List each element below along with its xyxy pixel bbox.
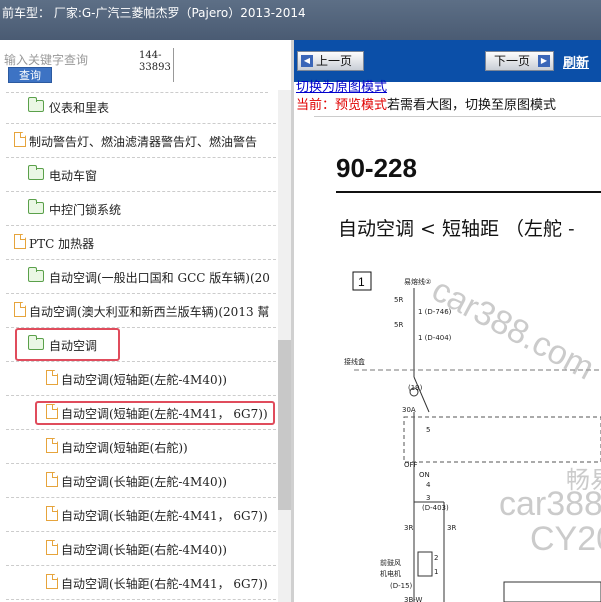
tree-item-label: 自动空调(长轴距(左舵-4M40)) [61,475,227,489]
tree-item[interactable]: 自动空调(澳大利亚和新西兰版车辆)(2013 幫 [6,294,276,328]
title-bar: 前车型： 厂家:G-广汽三菱帕杰罗（Pajero）2013-2014 [0,0,601,40]
document-icon [14,302,26,317]
wire-label: 接线盒 [344,357,365,366]
document-icon [46,370,58,385]
search-divider [173,48,174,82]
document-icon [46,574,58,589]
tree-item[interactable]: 自动空调(长轴距(右舵-4M40)) [6,532,276,566]
tree-item-label: 自动空调(长轴距(右舵-4M41， 6G7)) [61,577,268,591]
tree-item-label: 仪表和里表 [49,101,110,115]
tree-item[interactable]: 电动车窗 [6,158,276,192]
current-mode-hint: 若需看大图，切换至原图模式 [387,98,557,113]
wire-label: 3B-W [404,596,422,602]
wire-label: 3R [404,524,413,532]
prev-page-button[interactable]: ◀ 上一页 [297,51,364,71]
code-text-line2: 33893 [139,62,171,73]
sidebar-scrollbar[interactable] [278,90,291,602]
page-number: 90-228 [336,153,417,183]
tree-item-label: PTC 加热器 [29,237,95,251]
tree-item-label: 中控门锁系统 [49,203,122,217]
tree-item[interactable]: 中控门锁系统 [6,192,276,226]
sidebar: 查询 144- 33893 仪表和里表制动警告灯、燃油滤清器警告灯、燃油警告电动… [0,40,291,602]
switch-contact [413,376,430,413]
wire-label: 2 [434,554,438,562]
folder-icon [27,165,44,180]
tree-item[interactable]: 自动空调(长轴距(左舵-4M40)) [6,464,276,498]
diagram-title: 自动空调 < 短轴距 （左舵 - [338,218,575,240]
document-icon [46,540,58,555]
wire-label: 5R [394,321,403,329]
connector-label: (D-403) [422,504,449,512]
wire-label: 机电机 [380,569,401,578]
tree-item[interactable]: PTC 加热器 [6,226,276,260]
tree-item[interactable]: 自动空调(一般出口国和 GCC 版车辆)(20 [6,260,276,294]
code-text-line1: 144- [139,50,162,61]
tree-item-label: 自动空调(长轴距(左舵-4M41， 6G7)) [61,509,268,523]
fuse-label: 易熔线② [404,277,431,286]
wire-label: 30A [402,406,416,414]
page-title: 前车型： 厂家:G-广汽三菱帕杰罗（Pajero）2013-2014 [2,6,306,20]
page-rule [336,191,601,193]
wire-label: 前鼓风 [380,558,401,567]
document-icon [14,132,26,147]
tree-item[interactable]: 自动空调(长轴距(左舵-4M41， 6G7)) [6,498,276,532]
folder-icon [27,267,44,282]
switch-mode-link[interactable]: 切换为原图模式 [296,76,387,95]
tree-item[interactable]: 自动空调(短轴距(左舵-4M40)) [6,362,276,396]
wire-label: ON [419,471,430,479]
wire-label: 5R [394,296,403,304]
connector-label: (D-15) [390,582,413,590]
tree-item-label: 自动空调(长轴距(右舵-4M40)) [61,543,227,557]
tree-item[interactable]: 制动警告灯、燃油滤清器警告灯、燃油警告 [6,124,276,158]
tree-item-label: 自动空调(澳大利亚和新西兰版车辆)(2013 幫 [29,305,270,319]
document-icon [46,472,58,487]
tree-item[interactable]: 仪表和里表 [6,90,276,124]
document-icon [14,234,26,249]
relay-box [403,416,601,463]
document-top-border [314,116,601,117]
tree-item-label: 制动警告灯、燃油滤清器警告灯、燃油警告 [29,135,258,149]
wire-labels: 5R 5R 接线盒 30A 5 OFFON 4 3 3R 3R 前鼓风机电机 2 1 3B-W 易熔线② [344,277,456,602]
connector-labels: 1 (D-746)1 (D-404)(19)(D-403)(D-15) [390,308,452,590]
document-viewer: ◀ 上一页 下一页 ▶ 刷新 切换为原图模式 当前：预览模式若需看大图，切换至原… [294,40,601,602]
watermark-4: CY20 [530,520,601,558]
selection-highlight [35,401,275,425]
connector-label: 1 (D-404) [418,334,452,342]
tree-item[interactable]: 自动空调(长轴距(右舵-4M41， 6G7)) [6,566,276,600]
tree-item-label: 自动空调(短轴距(右舵)) [61,441,188,455]
motor-symbol [417,551,433,577]
prev-page-label: 上一页 [316,54,353,68]
wire-label: 4 [426,481,431,489]
wire-label: 3 [426,494,430,502]
next-page-label: 下一页 [494,54,531,68]
current-mode-text: 当前：预览模式若需看大图，切换至原图模式 [296,94,556,113]
wire-label: 5 [426,426,430,434]
connector-label: (19) [408,384,423,392]
tree-item[interactable]: 自动空调(短轴距(右舵)) [6,430,276,464]
arrow-left-icon: ◀ [301,55,313,67]
arrow-right-icon: ▶ [538,55,550,67]
tree-item-label: 电动车窗 [49,169,98,183]
folder-icon [27,97,44,112]
selection-highlight [15,328,120,361]
folder-icon [27,199,44,214]
search-button[interactable]: 查询 [8,67,52,83]
tree-item-label: 自动空调(一般出口国和 GCC 版车辆)(20 [49,271,270,285]
wire-label: 3R [447,524,456,532]
current-mode-label: 当前：预览模式 [296,98,388,113]
refresh-link[interactable]: 刷新 [563,52,589,71]
document-icon [46,438,58,453]
wire-label: 1 [434,568,438,576]
section-box-label: 1 [358,275,365,289]
document-icon [46,506,58,521]
next-page-button[interactable]: 下一页 ▶ [485,51,554,71]
component-box [503,581,601,602]
tree-item-label: 自动空调(短轴距(左舵-4M40)) [61,373,227,387]
wire-label: OFF [404,461,418,469]
search-input[interactable] [4,52,132,68]
watermark-3: car388. [499,485,601,523]
scrollbar-thumb[interactable] [278,340,291,510]
